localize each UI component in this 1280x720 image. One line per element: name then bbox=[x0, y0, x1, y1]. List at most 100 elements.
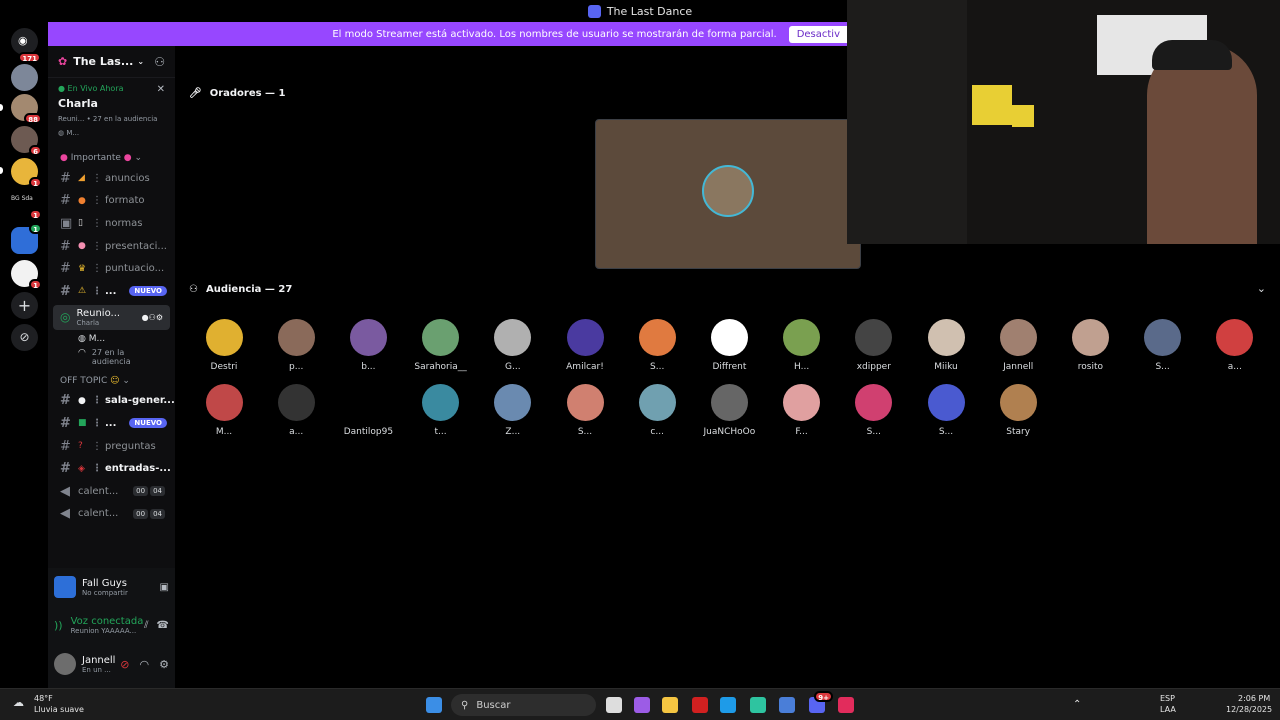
channel-anuncios[interactable]: # ◢ ⋮ anuncios bbox=[48, 167, 175, 190]
server-icon[interactable] bbox=[11, 64, 38, 91]
live-stage-card[interactable]: ● En Vivo Ahora ✕ Charla Reuni... • 27 e… bbox=[48, 78, 175, 143]
screen-share-icon[interactable]: ▣ bbox=[160, 582, 169, 593]
voice-channel[interactable]: ◀ calent... 00 04 bbox=[48, 480, 175, 503]
username[interactable]: Jannell bbox=[82, 655, 115, 666]
server-icon[interactable]: 6 bbox=[11, 126, 42, 156]
clock-date[interactable]: 12/28/2025 bbox=[1226, 705, 1272, 714]
audience-member[interactable]: G... bbox=[482, 319, 544, 372]
audience-member[interactable]: xdipper bbox=[843, 319, 905, 372]
channel-preguntas[interactable]: #? ⋮ preguntas bbox=[48, 435, 175, 458]
audience-member[interactable]: Jannell bbox=[987, 319, 1049, 372]
audience-member[interactable]: Dantilop95 bbox=[337, 384, 399, 437]
mic-muted-icon[interactable]: ⊘ bbox=[120, 658, 129, 671]
language[interactable]: ESP bbox=[1160, 694, 1175, 703]
audience-member[interactable]: S... bbox=[1132, 319, 1194, 372]
audience-member[interactable]: S... bbox=[626, 319, 688, 372]
discover-button[interactable]: ⊘ bbox=[11, 324, 38, 351]
task-view-icon[interactable] bbox=[606, 697, 622, 713]
audience-name: b... bbox=[361, 362, 376, 372]
audience-member[interactable]: M... bbox=[193, 384, 255, 437]
speaker-tile[interactable] bbox=[595, 119, 861, 269]
speakers-header: 🎤︎ Oradores — 1 bbox=[189, 88, 286, 99]
audience-member[interactable]: a... bbox=[1204, 319, 1266, 372]
stage-channel-reunion[interactable]: ◎ Reunio... Charla ●⚇⚙ bbox=[53, 304, 170, 330]
badge: 6 bbox=[29, 145, 42, 156]
discord-home-button[interactable]: ◉ 171 bbox=[11, 28, 41, 63]
server-folder[interactable]: BG Sda 1 bbox=[11, 190, 42, 220]
audience-member[interactable]: p... bbox=[265, 319, 327, 372]
noise-suppression-icon[interactable]: ⫽ bbox=[144, 620, 148, 631]
audience-member[interactable]: a... bbox=[265, 384, 327, 437]
channel-entradas[interactable]: # ◈ ⋮ entradas-... bbox=[48, 457, 175, 480]
disconnect-icon[interactable]: ☎ bbox=[157, 620, 169, 631]
audience-member[interactable]: F... bbox=[771, 384, 833, 437]
audience-member[interactable]: Amilcar! bbox=[554, 319, 616, 372]
audience-member[interactable]: H... bbox=[771, 319, 833, 372]
audience-member[interactable]: Diffrent bbox=[698, 319, 760, 372]
stage-speaker[interactable]: ◍ M... bbox=[48, 334, 175, 344]
mcafee-icon[interactable] bbox=[692, 697, 708, 713]
app-icon[interactable] bbox=[779, 697, 795, 713]
server-header[interactable]: ✿ The Las... ⌄ ⚇ bbox=[48, 46, 175, 78]
category-importante[interactable]: ● Importante ● ⌄ bbox=[48, 143, 175, 167]
avatar[interactable] bbox=[54, 653, 76, 675]
server-icon[interactable]: 1 bbox=[11, 223, 42, 254]
app-icon[interactable] bbox=[750, 697, 766, 713]
headphones-icon[interactable]: ◠ bbox=[140, 658, 150, 671]
channel-warning[interactable]: # ⚠ ⋮... NUEVO bbox=[48, 280, 175, 303]
check-emoji-icon: ■ bbox=[78, 418, 87, 429]
audience-member[interactable]: JuaNCHoOo bbox=[698, 384, 760, 437]
audience-name: Amilcar! bbox=[566, 362, 604, 372]
audience-member[interactable]: rosito bbox=[1059, 319, 1121, 372]
server-icon[interactable]: 1 bbox=[11, 158, 42, 188]
settings-gear-icon[interactable]: ⚙ bbox=[159, 658, 169, 671]
audience-member[interactable]: Z... bbox=[482, 384, 544, 437]
audience-member[interactable]: Miiku bbox=[915, 319, 977, 372]
collapse-chevron-icon[interactable]: ⌄ bbox=[1257, 282, 1266, 295]
avatar: ◍ bbox=[58, 129, 65, 137]
audience-member[interactable]: S... bbox=[843, 384, 905, 437]
chat-icon[interactable]: ●⚇⚙ bbox=[142, 313, 163, 322]
avatar bbox=[1071, 319, 1109, 356]
edge-icon[interactable] bbox=[720, 697, 736, 713]
language-layout[interactable]: LAA bbox=[1160, 705, 1176, 714]
weather-temp[interactable]: 48°F bbox=[34, 694, 53, 703]
close-icon[interactable]: ✕ bbox=[157, 84, 165, 95]
channel-formato[interactable]: # ● ⋮ formato bbox=[48, 190, 175, 213]
category-offtopic[interactable]: OFF TOPIC ☺ ⌄ bbox=[48, 366, 175, 390]
channel-normas[interactable]: ▣ ▯ ⋮ normas bbox=[48, 212, 175, 235]
channel-puntuaciones[interactable]: # ♛ ⋮ puntuacio... bbox=[48, 257, 175, 280]
disable-streamer-button[interactable]: Desactiv bbox=[788, 25, 848, 43]
user-limit: 04 bbox=[150, 508, 165, 519]
server-icon[interactable]: 88 bbox=[11, 94, 42, 124]
audience-member[interactable]: c... bbox=[626, 384, 688, 437]
chevron-up-icon[interactable]: ⌃ bbox=[1073, 699, 1081, 710]
clock-time[interactable]: 2:06 PM bbox=[1238, 694, 1270, 703]
add-server-button[interactable]: + bbox=[11, 292, 38, 319]
audience-member[interactable]: Destri bbox=[193, 319, 255, 372]
invite-icon[interactable]: ⚇ bbox=[154, 55, 165, 69]
copilot-icon[interactable] bbox=[634, 697, 650, 713]
audience-member[interactable]: t... bbox=[410, 384, 472, 437]
audience-member[interactable]: S... bbox=[915, 384, 977, 437]
channel-sala-general[interactable]: # ● ⋮ sala-gener... bbox=[48, 390, 175, 413]
weather-text[interactable]: Lluvia suave bbox=[34, 705, 84, 714]
tiktok-icon[interactable] bbox=[838, 697, 854, 713]
discord-taskbar-icon[interactable]: 9+ bbox=[809, 691, 833, 713]
voice-channel-name[interactable]: Reunion YAAAAA... bbox=[71, 627, 144, 635]
taskbar-search[interactable]: ⚲ Buscar bbox=[451, 694, 596, 716]
audience-name: Z... bbox=[505, 427, 521, 437]
windows-start-icon[interactable] bbox=[426, 697, 442, 713]
channel-presentaciones[interactable]: # ● ⋮ presentaci... bbox=[48, 235, 175, 258]
audience-member[interactable]: Stary bbox=[987, 384, 1049, 437]
voice-channel[interactable]: ◀ calent... 00 04 bbox=[48, 503, 175, 526]
server-icon[interactable]: 1 bbox=[11, 260, 42, 290]
voice-status[interactable]: Voz conectada bbox=[71, 616, 144, 627]
audience-member[interactable]: Sarahoria__ bbox=[410, 319, 472, 372]
file-explorer-icon[interactable] bbox=[662, 697, 678, 713]
audience-member[interactable]: S... bbox=[554, 384, 616, 437]
window-title: The Last Dance bbox=[606, 4, 693, 18]
activity-row[interactable]: Fall Guys No compartir ▣ bbox=[48, 568, 175, 606]
audience-member[interactable]: b... bbox=[337, 319, 399, 372]
channel-check[interactable]: # ■ ⋮... NUEVO bbox=[48, 412, 175, 435]
